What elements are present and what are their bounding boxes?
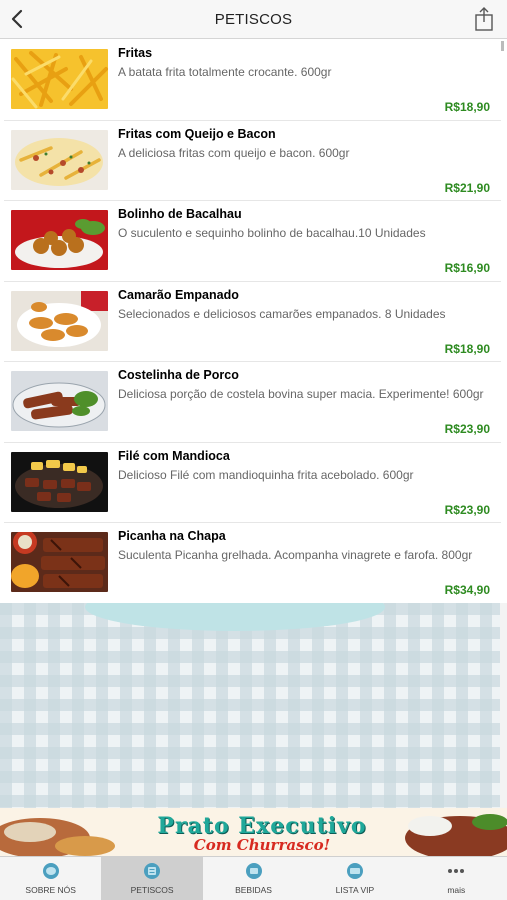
tab-sobre-nos[interactable]: SOBRE NÓS [0,857,101,900]
menu-item[interactable]: Fritas com Queijo e Bacon A deliciosa fr… [4,121,501,201]
share-icon[interactable] [473,6,495,32]
item-price: R$23,90 [444,502,490,517]
item-name: Picanha na Chapa [118,529,226,543]
gingham-background [0,603,500,808]
cheese-bacon-fries-photo [11,129,108,190]
codfish-balls-photo [11,210,108,270]
item-name: Fritas [118,46,153,60]
tab-mais[interactable]: mais [406,857,507,900]
tab-label: SOBRE NÓS [25,885,76,895]
picanha-photo [11,532,108,592]
item-description: A deliciosa fritas com queijo e bacon. 6… [118,145,350,160]
item-price: R$16,90 [444,261,490,275]
banner-subtitle: Com Churrasco! [193,836,331,854]
menu-item[interactable]: Picanha na Chapa Suculenta Picanha grelh… [4,523,501,604]
tab-label: mais [447,885,466,895]
drinks-icon [245,863,262,879]
vip-ticket-icon [346,863,363,879]
more-dots-icon [448,869,465,873]
item-name: Filé com Mandioca [118,448,230,463]
item-description: Deliciosa porção de costela bovina super… [118,387,484,401]
item-description: Selecionados e deliciosos camarões empan… [118,306,446,321]
item-name: Bolinho de Bacalhau [118,207,242,221]
menu-item[interactable]: Filé com Mandioca Delicioso Filé com man… [4,443,501,523]
scrollbar[interactable] [501,41,504,51]
tab-label: LISTA VIP [335,885,375,895]
item-description: A batata frita totalmente crocante. 600g… [118,65,332,79]
item-description: Delicioso Filé com mandioquinha frita ac… [118,467,414,482]
item-name: Costelinha de Porco [118,368,239,382]
breaded-shrimp-photo [11,290,108,351]
fries-photo [11,49,108,109]
item-name: Fritas com Queijo e Bacon [118,126,276,141]
menu-item[interactable]: Fritas A batata frita totalmente crocant… [4,40,501,121]
page-title: PETISCOS [214,11,293,28]
bottom-tab-bar: SOBRE NÓS PETISCOS BEBIDAS LISTA VIP mai… [0,856,507,900]
item-price: R$18,90 [444,100,490,114]
tab-lista-vip[interactable]: LISTA VIP [304,857,405,900]
item-description: O suculento e sequinho bolinho de bacalh… [118,226,426,240]
item-name: Camarão Empanado [118,287,239,302]
menu-list-icon [144,863,161,879]
item-price: R$34,90 [444,583,490,597]
menu-item[interactable]: Camarão Empanado Selecionados e delicios… [4,282,501,362]
tab-petiscos[interactable]: PETISCOS [101,857,203,900]
info-circle-icon [42,863,59,879]
promo-banner[interactable]: Prato Executivo Com Churrasco! [0,808,507,856]
menu-item[interactable]: Costelinha de Porco Deliciosa porção de … [4,362,501,443]
menu-item-list: Fritas A batata frita totalmente crocant… [0,40,501,604]
tab-label: PETISCOS [130,885,174,895]
tab-bebidas[interactable]: BEBIDAS [203,857,304,900]
steak-cassava-photo [11,451,108,512]
item-description: Suculenta Picanha grelhada. Acompanha vi… [118,548,473,562]
top-navigation-bar: PETISCOS [0,0,507,39]
item-price: R$21,90 [444,180,490,195]
page-edge [500,603,507,808]
pork-ribs-photo [11,371,108,431]
menu-item[interactable]: Bolinho de Bacalhau O suculento e sequin… [4,201,501,282]
tab-label: BEBIDAS [235,885,272,895]
item-price: R$18,90 [444,341,490,356]
item-price: R$23,90 [444,422,490,436]
